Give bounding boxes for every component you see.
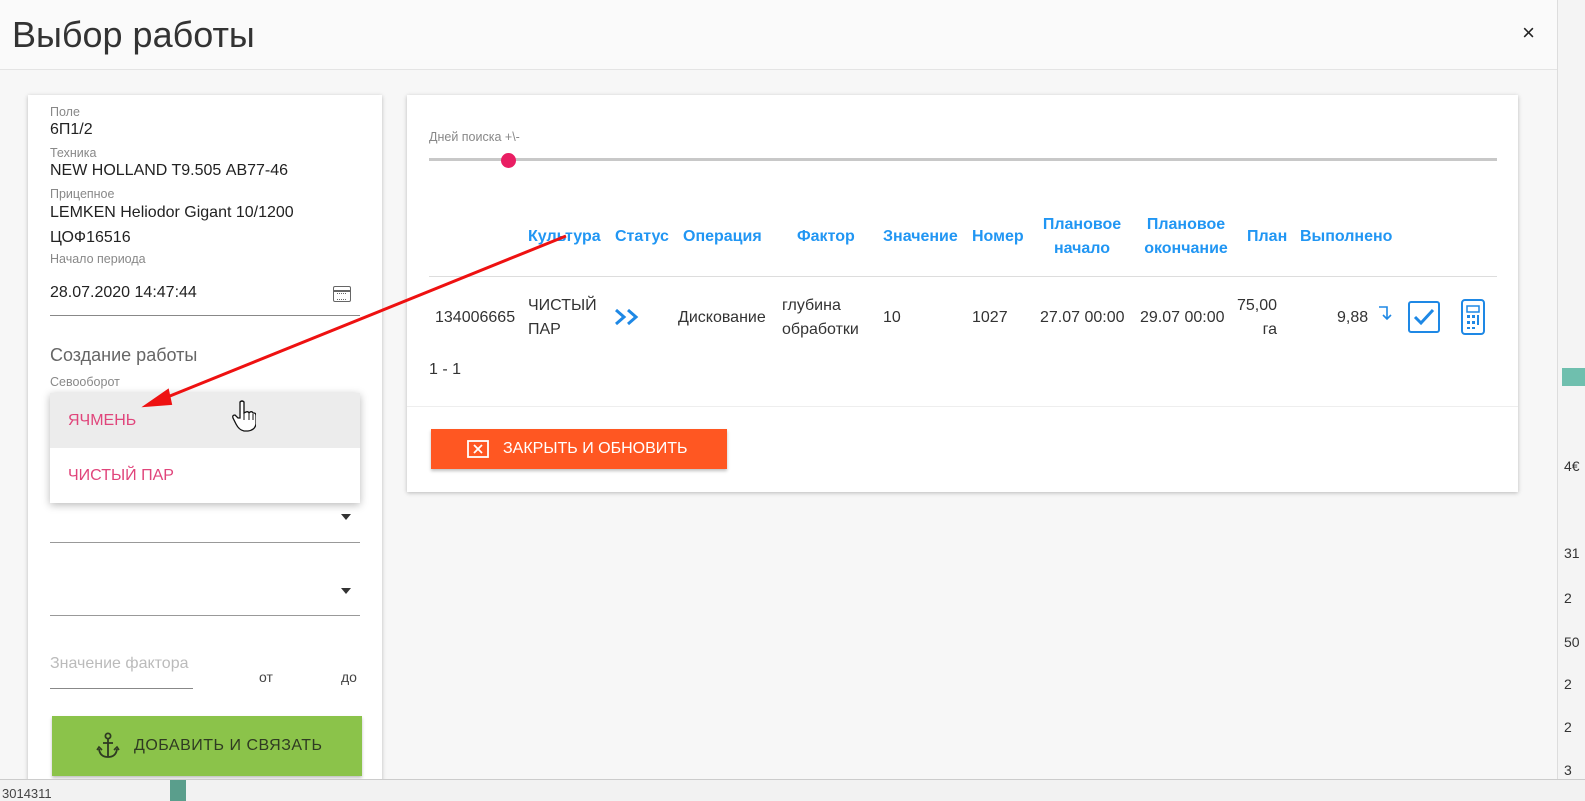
pagination-info: 1 - 1 bbox=[429, 361, 462, 378]
column-header-value[interactable]: Значение bbox=[883, 225, 958, 249]
bg-text: 2 bbox=[1564, 590, 1572, 606]
column-header-operation[interactable]: Операция bbox=[683, 225, 762, 249]
column-header-factor[interactable]: Фактор bbox=[797, 225, 855, 249]
factor-value-input[interactable]: Значение фактора bbox=[50, 655, 188, 673]
cell-line: га bbox=[1262, 321, 1277, 338]
search-days-label: Дней поиска +\- bbox=[429, 130, 520, 144]
trailer-code: ЦОФ16516 bbox=[50, 229, 131, 246]
work-details-panel: Поле 6П1/2 Техника NEW HOLLAND T9.505 АВ… bbox=[28, 95, 382, 779]
cell-culture: ЧИСТЫЙ ПАР bbox=[528, 294, 597, 342]
checkmark-icon bbox=[1413, 308, 1435, 326]
create-work-title: Создание работы bbox=[50, 345, 198, 365]
bg-text: 4€ bbox=[1564, 458, 1580, 474]
cell-line: глубина bbox=[782, 297, 841, 314]
period-label: Начало периода bbox=[50, 252, 146, 266]
dropdown-option[interactable]: ЯЧМЕНЬ bbox=[50, 393, 360, 448]
input-underline bbox=[50, 315, 360, 316]
column-header-number[interactable]: Номер bbox=[972, 225, 1024, 249]
machine-value: NEW HOLLAND T9.505 АВ77-46 bbox=[50, 162, 289, 179]
to-label: до bbox=[341, 669, 357, 685]
cell-factor: глубина обработки bbox=[782, 294, 859, 342]
operation-select[interactable] bbox=[50, 542, 360, 543]
chevron-down-icon[interactable] bbox=[341, 514, 351, 520]
field-value: 6П1/2 bbox=[50, 121, 93, 138]
close-button-label: ЗАКРЫТЬ И ОБНОВИТЬ bbox=[503, 440, 688, 457]
double-chevron-right-icon[interactable] bbox=[613, 307, 643, 327]
column-header-culture[interactable]: Культура bbox=[528, 225, 601, 249]
dialog-header: Выбор работы × bbox=[0, 0, 1557, 70]
close-icon[interactable]: × bbox=[1522, 20, 1535, 46]
table-divider bbox=[429, 276, 1497, 277]
rotation-label: Севооборот bbox=[50, 375, 120, 389]
machine-label: Техника bbox=[50, 146, 97, 160]
factor-select[interactable] bbox=[50, 615, 360, 616]
cell-done: 9,88 bbox=[1337, 309, 1369, 326]
background-app-bottom: 3014311 bbox=[0, 779, 1585, 801]
header-line: Плановое bbox=[1146, 216, 1226, 233]
close-box-icon bbox=[467, 440, 489, 458]
column-header-done[interactable]: Выполнено bbox=[1300, 225, 1392, 249]
cell-line: ПАР bbox=[528, 321, 561, 338]
from-label: от bbox=[259, 669, 273, 685]
column-header-plan[interactable]: План bbox=[1247, 225, 1287, 249]
slider-thumb[interactable] bbox=[501, 153, 516, 168]
work-search-panel: Дней поиска +\- Культура Статус Операция… bbox=[407, 95, 1518, 492]
trailer-value: LEMKEN Heliodor Gigant 10/1200 bbox=[50, 204, 294, 221]
add-button-label: ДОБАВИТЬ И СВЯЗАТЬ bbox=[134, 737, 323, 754]
period-start-input[interactable]: 28.07.2020 14:47:44 bbox=[50, 284, 197, 302]
cell-line: обработки bbox=[782, 321, 859, 338]
cell-line: 75,00 bbox=[1237, 297, 1278, 314]
bg-text: 31 bbox=[1564, 545, 1580, 561]
cell-value: 10 bbox=[883, 309, 901, 326]
header-line: окончание bbox=[1144, 240, 1228, 257]
bg-text: 3 bbox=[1564, 762, 1572, 778]
calculator-icon bbox=[1466, 305, 1480, 329]
calculator-button[interactable] bbox=[1461, 299, 1485, 335]
calendar-icon[interactable] bbox=[333, 286, 351, 302]
cell-id: 134006665 bbox=[435, 309, 516, 326]
search-days-slider[interactable] bbox=[429, 158, 1497, 161]
column-header-plan-start[interactable]: Плановое начало bbox=[1042, 213, 1122, 261]
cell-operation: Дискование bbox=[678, 309, 766, 326]
field-label: Поле bbox=[50, 105, 80, 119]
bg-text: 50 bbox=[1564, 634, 1580, 650]
arrow-turn-down-icon[interactable] bbox=[1377, 303, 1395, 323]
header-line: Плановое bbox=[1042, 216, 1122, 233]
dropdown-option[interactable]: ЧИСТЫЙ ПАР bbox=[50, 448, 360, 503]
rotation-dropdown-menu: ЯЧМЕНЬ ЧИСТЫЙ ПАР bbox=[50, 393, 360, 503]
cell-plan-start: 27.07 00:00 bbox=[1040, 309, 1125, 326]
cell-plan-end: 29.07 00:00 bbox=[1140, 309, 1225, 326]
cell-plan: 75,00 га bbox=[1237, 294, 1277, 342]
select-work-button[interactable] bbox=[1408, 301, 1440, 333]
dialog-title: Выбор работы bbox=[12, 14, 255, 55]
bg-highlight bbox=[1562, 368, 1585, 386]
chevron-down-icon[interactable] bbox=[341, 588, 351, 594]
column-header-plan-end[interactable]: Плановое окончание bbox=[1141, 213, 1231, 261]
anchor-icon bbox=[96, 732, 120, 758]
background-app-strip: 4€ 31 2 50 2 2 3 bbox=[1557, 0, 1585, 801]
trailer-label: Прицепное bbox=[50, 187, 115, 201]
bg-highlight bbox=[170, 780, 186, 801]
cell-number: 1027 bbox=[972, 309, 1008, 326]
input-underline bbox=[50, 688, 193, 689]
bg-text: 3014311 bbox=[2, 786, 52, 801]
card-divider bbox=[407, 406, 1518, 407]
work-selection-dialog: Выбор работы × Поле 6П1/2 Техника NEW HO… bbox=[0, 0, 1557, 779]
bg-text: 2 bbox=[1564, 676, 1572, 692]
bg-text: 2 bbox=[1564, 719, 1572, 735]
cell-line: ЧИСТЫЙ bbox=[528, 297, 597, 314]
hand-cursor-icon bbox=[232, 400, 256, 432]
header-line: начало bbox=[1053, 240, 1111, 257]
add-and-link-button[interactable]: ДОБАВИТЬ И СВЯЗАТЬ bbox=[52, 716, 362, 776]
column-header-status[interactable]: Статус bbox=[615, 225, 669, 249]
close-and-refresh-button[interactable]: ЗАКРЫТЬ И ОБНОВИТЬ bbox=[431, 429, 727, 469]
